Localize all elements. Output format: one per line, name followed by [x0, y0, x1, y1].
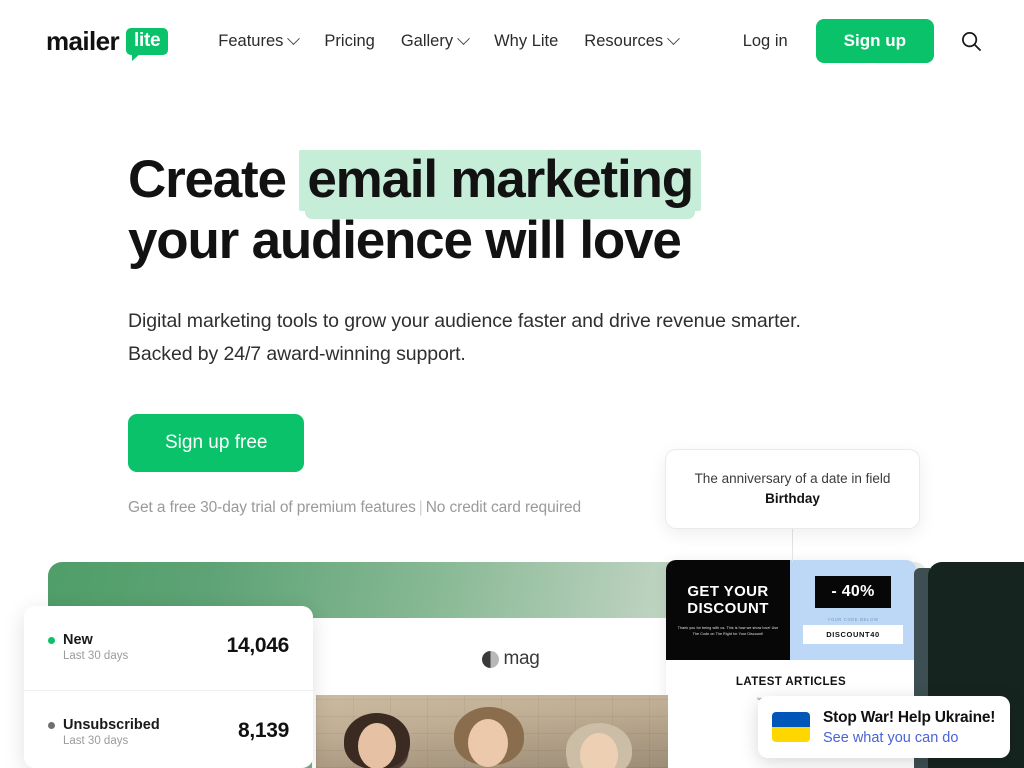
tooltip-connector-line — [792, 528, 793, 562]
highlight-underbar — [305, 210, 695, 220]
page-root: mailer lite Features Pricing Gallery Why… — [0, 0, 1024, 768]
hero-subtitle: Digital marketing tools to grow your aud… — [128, 305, 928, 372]
ukraine-banner-text: Stop War! Help Ukraine! See what you can… — [823, 709, 995, 746]
ukraine-banner-link[interactable]: See what you can do — [823, 730, 995, 746]
brand-logo[interactable]: mailer lite — [46, 21, 169, 61]
stat-value: 14,046 — [226, 634, 290, 657]
main-nav: Features Pricing Gallery Why Lite Resour… — [205, 24, 691, 59]
tooltip-text-prefix: The anniversary of a date in field — [694, 471, 891, 487]
subscriber-stats-card: New Last 30 days 14,046 Unsubscribed Las… — [24, 606, 313, 768]
promo-heading: GET YOUR DISCOUNT — [687, 583, 769, 618]
promo-body-text: Thank you for being with us. This is how… — [677, 625, 779, 636]
nav-item-pricing[interactable]: Pricing — [311, 24, 387, 59]
person-face — [358, 723, 396, 768]
cta-note-right: No credit card required — [425, 498, 582, 516]
chevron-down-icon — [667, 31, 681, 45]
ukraine-support-banner[interactable]: Stop War! Help Ukraine! See what you can… — [758, 696, 1010, 758]
login-link[interactable]: Log in — [729, 24, 802, 59]
headline-highlight-wrap: email marketing — [299, 150, 701, 220]
stat-row-unsubscribed: Unsubscribed Last 30 days 8,139 — [24, 690, 313, 768]
site-header: mailer lite Features Pricing Gallery Why… — [0, 0, 1024, 82]
nav-label: Resources — [584, 31, 664, 50]
half-circle-icon — [482, 650, 500, 668]
nav-item-gallery[interactable]: Gallery — [388, 24, 481, 59]
mag-logo-text: mag — [503, 648, 540, 669]
subtitle-line-1: Digital marketing tools to grow your aud… — [128, 309, 801, 332]
nav-item-features[interactable]: Features — [205, 24, 311, 59]
nav-item-resources[interactable]: Resources — [571, 24, 691, 59]
stat-row-new: New Last 30 days 14,046 — [24, 606, 313, 690]
subtitle-line-2: Backed by 24/7 award-winning support. — [128, 343, 466, 366]
birthday-tooltip-card: The anniversary of a date in field Birth… — [665, 449, 920, 529]
status-dot-green-icon — [48, 636, 55, 644]
promo-heading-line2: DISCOUNT — [687, 600, 769, 618]
logo-badge-text: lite — [134, 29, 161, 51]
tooltip-field-name: Birthday — [765, 491, 820, 506]
newsletter-photo — [316, 695, 668, 768]
headline-part-1: Create — [128, 150, 300, 209]
latest-articles-heading: LATEST ARTICLES — [735, 676, 847, 688]
headline-highlight: email marketing — [299, 150, 701, 212]
mag-logo: mag — [312, 648, 710, 670]
nav-label: Pricing — [324, 31, 375, 50]
promo-code-label: YOUR CODE BELOW — [827, 617, 879, 622]
nav-label: Why Lite — [494, 31, 559, 50]
nav-label: Gallery — [400, 31, 454, 50]
status-dot-gray-icon — [48, 721, 55, 729]
nav-label: Features — [218, 31, 284, 50]
cta-note-left: Get a free 30-day trial of premium featu… — [128, 498, 416, 516]
promo-blue-panel: - 40% YOUR CODE BELOW DISCOUNT40 — [790, 560, 916, 660]
promo-header: GET YOUR DISCOUNT Thank you for being wi… — [666, 560, 916, 660]
page-title: Create email marketing your audience wil… — [128, 150, 928, 271]
chevron-down-icon — [287, 31, 301, 45]
ukraine-flag-icon — [772, 712, 810, 742]
headline-part-2: your audience will love — [128, 211, 682, 271]
promo-percent-badge: - 40% — [815, 576, 891, 608]
ukraine-banner-title: Stop War! Help Ukraine! — [823, 708, 996, 726]
chevron-down-icon — [457, 31, 470, 45]
search-icon[interactable] — [958, 28, 984, 54]
header-actions: Log in Sign up — [729, 19, 984, 63]
nav-item-why-lite[interactable]: Why Lite — [481, 24, 571, 59]
promo-heading-line1: GET YOUR — [687, 582, 769, 600]
logo-bubble-icon: lite — [126, 27, 169, 61]
logo-wordmark: mailer — [46, 26, 120, 56]
stat-name: New — [63, 632, 93, 648]
person-face — [468, 719, 508, 767]
stat-name: Unsubscribed — [63, 717, 160, 733]
promo-code-value: DISCOUNT40 — [803, 625, 903, 644]
cta-note-separator: | — [418, 498, 423, 516]
signup-free-button[interactable]: Sign up free — [128, 413, 305, 472]
promo-black-panel: GET YOUR DISCOUNT Thank you for being wi… — [666, 560, 790, 660]
tooltip-text: The anniversary of a date in field Birth… — [666, 469, 919, 508]
signup-button[interactable]: Sign up — [815, 19, 934, 63]
stat-value: 8,139 — [237, 719, 289, 742]
